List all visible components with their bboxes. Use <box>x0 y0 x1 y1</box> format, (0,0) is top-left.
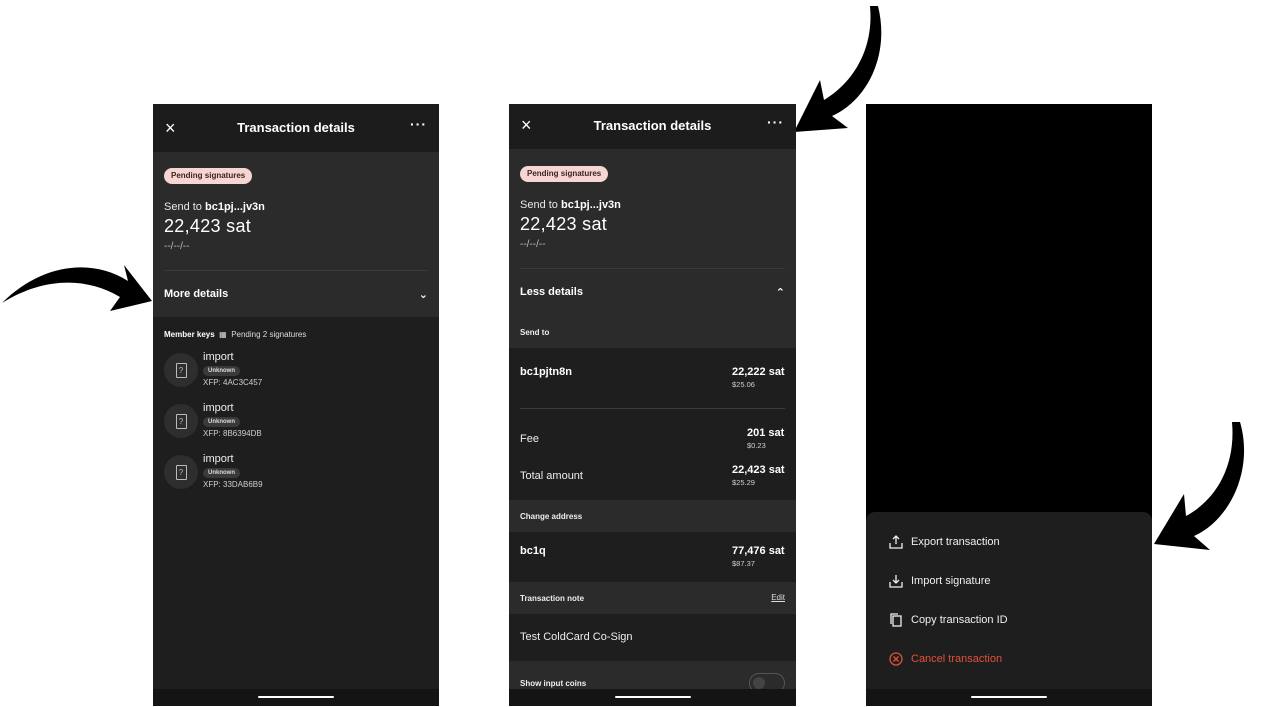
more-options-icon[interactable]: ··· <box>410 116 427 132</box>
transaction-summary: Pending signatures Send to bc1pj...jv3n … <box>153 152 439 317</box>
send-to-address: bc1pj...jv3n <box>560 199 621 211</box>
recipient-address: bc1pjtn8n <box>520 366 572 378</box>
edit-note-link[interactable]: Edit <box>771 593 785 602</box>
send-to-line: Send to bc1pj...jv3n <box>520 199 621 211</box>
less-details-label: Less details <box>520 286 583 298</box>
member-key-item[interactable]: ? import Unknown XFP: 4AC3C457 <box>164 351 364 397</box>
status-badge: Pending signatures <box>520 166 609 182</box>
export-transaction-label: Export transaction <box>911 536 1000 548</box>
transaction-date: --/--/-- <box>164 241 190 252</box>
home-indicator[interactable] <box>614 696 691 698</box>
more-options-icon[interactable]: ··· <box>767 114 784 130</box>
page-title: Transaction details <box>593 118 712 133</box>
change-address: bc1q <box>520 545 546 557</box>
app-header: × Transaction details ··· <box>509 104 796 149</box>
show-input-coins-label: Show input coins <box>520 679 587 688</box>
send-to-prefix: Send to <box>520 199 561 211</box>
divider <box>520 268 785 269</box>
fee-fiat: $0.23 <box>747 441 766 450</box>
annotation-arrow-right <box>1154 422 1245 550</box>
member-name: import <box>203 402 234 414</box>
member-status-badge: Unknown <box>203 366 240 376</box>
member-name: import <box>203 351 234 363</box>
transaction-note-text: Test ColdCard Co-Sign <box>520 631 633 643</box>
home-indicator-bar <box>153 689 439 706</box>
member-status-badge: Unknown <box>203 468 240 478</box>
copy-icon <box>890 613 902 627</box>
recipient-amount: 22,222 sat $25.06 <box>732 366 785 389</box>
member-xfp: XFP: 8B6394DB <box>203 429 262 438</box>
annotation-arrow-left <box>2 265 152 311</box>
member-name: import <box>203 453 234 465</box>
fee-amount: 201 sat $0.23 <box>747 427 785 450</box>
member-xfp: XFP: 33DAB6B9 <box>203 480 263 489</box>
device-icon: ? <box>164 455 198 489</box>
chevron-up-icon: ⌃ <box>775 287 785 299</box>
transaction-amount: 22,423 sat <box>520 214 608 234</box>
change-fiat: $87.37 <box>732 559 755 568</box>
home-indicator-bar <box>509 689 796 706</box>
transaction-amount: 22,423 sat <box>164 216 252 236</box>
divider <box>520 408 785 409</box>
send-to-address: bc1pj...jv3n <box>204 201 265 213</box>
total-amount: 22,423 sat $25.29 <box>732 464 785 487</box>
more-details-label: More details <box>164 288 229 300</box>
transaction-summary: Pending signatures Send to bc1pj...jv3n … <box>509 149 796 316</box>
member-keys-label: Member keys <box>164 330 215 339</box>
member-keys-header: Member keys ▦ Pending 2 signatures <box>164 330 306 339</box>
home-indicator-bar <box>866 689 1152 706</box>
change-amount: 77,476 sat $87.37 <box>732 545 785 568</box>
status-badge: Pending signatures <box>164 168 253 184</box>
pending-signatures-text: Pending 2 signatures <box>231 330 307 339</box>
divider <box>164 270 428 271</box>
fee-label: Fee <box>520 433 539 445</box>
member-key-item[interactable]: ? import Unknown XFP: 8B6394DB <box>164 402 364 448</box>
home-indicator[interactable] <box>971 696 1047 698</box>
home-indicator[interactable] <box>258 696 334 698</box>
transaction-note-label: Transaction note <box>520 594 585 603</box>
device-icon: ? <box>164 404 198 438</box>
copy-transaction-id-label: Copy transaction ID <box>911 614 1008 626</box>
more-details-toggle[interactable]: More details ⌄ <box>164 288 428 301</box>
import-signature-label: Import signature <box>911 575 991 587</box>
total-label: Total amount <box>520 470 583 482</box>
member-status-badge: Unknown <box>203 417 240 427</box>
recipient-fiat: $25.06 <box>732 380 755 389</box>
device-icon: ? <box>164 353 198 387</box>
app-header: × Transaction details ··· <box>153 104 439 152</box>
send-to-line: Send to bc1pj...jv3n <box>164 201 265 213</box>
transaction-note-section-header: Transaction note Edit <box>509 582 796 614</box>
options-bottom-sheet: Export transaction Import signature Copy… <box>866 512 1152 689</box>
member-key-item[interactable]: ? import Unknown XFP: 33DAB6B9 <box>164 453 364 499</box>
send-to-section-label: Send to <box>520 328 550 337</box>
chevron-down-icon: ⌄ <box>418 289 428 301</box>
phone-screen-options-menu: Export transaction Import signature Copy… <box>866 104 1152 706</box>
import-icon <box>889 575 903 588</box>
phone-screen-more-details: × Transaction details ··· Pending signat… <box>153 104 439 706</box>
change-address-label: Change address <box>520 512 583 521</box>
cancel-icon <box>889 652 903 666</box>
member-xfp: XFP: 4AC3C457 <box>203 378 263 387</box>
export-icon <box>889 535 903 549</box>
phone-screen-less-details: × Transaction details ··· Pending signat… <box>509 104 796 706</box>
total-fiat: $25.29 <box>732 478 755 487</box>
pending-icon: ▦ <box>216 330 229 339</box>
cancel-transaction-label: Cancel transaction <box>911 653 1003 665</box>
change-address-section-header: Change address <box>509 500 796 532</box>
page-title: Transaction details <box>237 120 355 135</box>
transaction-date: --/--/-- <box>520 239 546 250</box>
send-to-section-header: Send to <box>509 316 796 348</box>
send-to-prefix: Send to <box>164 201 205 213</box>
less-details-toggle[interactable]: Less details ⌃ <box>520 286 785 299</box>
